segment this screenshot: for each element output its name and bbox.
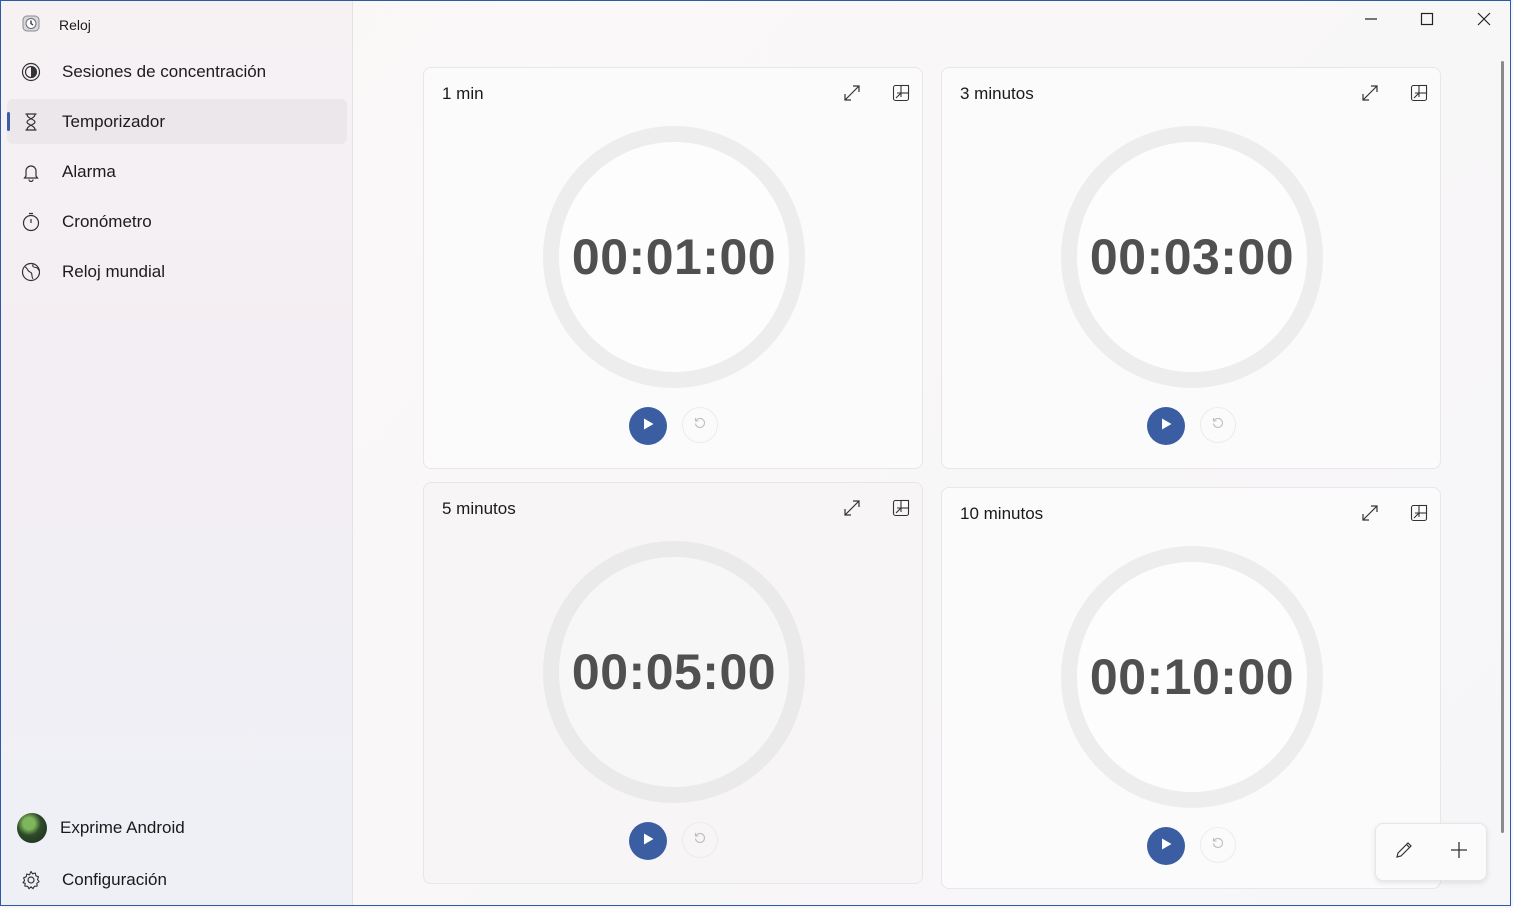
- keep-on-top-button[interactable]: [1404, 80, 1434, 110]
- sidebar-nav: Sesiones de concentración Temporizador A…: [7, 49, 347, 299]
- scrollbar[interactable]: [1501, 61, 1504, 833]
- play-icon: [641, 832, 655, 851]
- keep-on-top-button[interactable]: [886, 495, 916, 525]
- timer-display: 00:03:00: [1089, 229, 1295, 285]
- timer-title: 3 minutos: [960, 84, 1034, 103]
- maximize-icon: [1420, 12, 1434, 31]
- reset-icon: [1211, 416, 1225, 435]
- timer-card: 3 minutos 00:03:00: [941, 67, 1441, 469]
- edit-timers-button[interactable]: [1384, 832, 1424, 872]
- reset-button[interactable]: [682, 822, 718, 858]
- timer-progress-ring: 00:01:00: [543, 126, 805, 388]
- expand-icon: [1360, 503, 1380, 528]
- bell-icon: [20, 161, 42, 183]
- timer-title: 10 minutos: [960, 504, 1044, 523]
- play-icon: [641, 417, 655, 436]
- sidebar-item-label: Alarma: [62, 161, 116, 181]
- timer-title: 5 minutos: [442, 499, 516, 518]
- stopwatch-icon: [20, 211, 42, 233]
- settings-button[interactable]: Configuración: [7, 857, 347, 903]
- sidebar: Reloj Sesiones de concentración Temporiz…: [1, 1, 353, 905]
- timer-card: 1 min 00:01:00: [423, 67, 923, 469]
- sidebar-item-stopwatch[interactable]: Cronómetro: [7, 199, 347, 244]
- reset-button[interactable]: [1200, 407, 1236, 443]
- globe-icon: [20, 261, 42, 283]
- timer-display: 00:05:00: [571, 644, 777, 700]
- sidebar-item-label: Temporizador: [62, 111, 165, 131]
- settings-label: Configuración: [62, 870, 167, 889]
- keep-on-top-icon: [1409, 83, 1429, 108]
- account-button[interactable]: Exprime Android: [7, 805, 347, 851]
- reset-icon: [693, 416, 707, 435]
- sidebar-item-label: Cronómetro: [62, 211, 152, 231]
- reset-button[interactable]: [682, 407, 718, 443]
- timer-display: 00:01:00: [571, 229, 777, 285]
- play-button[interactable]: [629, 407, 667, 445]
- sidebar-item-alarm[interactable]: Alarma: [7, 149, 347, 194]
- keep-on-top-button[interactable]: [1404, 500, 1434, 530]
- play-icon: [1159, 837, 1173, 856]
- expand-icon: [842, 498, 862, 523]
- avatar: [17, 813, 47, 843]
- timer-title: 1 min: [442, 84, 484, 103]
- sidebar-item-label: Sesiones de concentración: [62, 61, 267, 81]
- plus-icon: [1449, 840, 1469, 865]
- add-timer-button[interactable]: [1439, 832, 1479, 872]
- expand-icon: [1360, 83, 1380, 108]
- expand-button[interactable]: [1355, 80, 1385, 110]
- timer-card: 5 minutos 00:05:00: [423, 482, 923, 884]
- keep-on-top-icon: [1409, 503, 1429, 528]
- close-button[interactable]: [1461, 7, 1507, 35]
- timer-progress-ring: 00:03:00: [1061, 126, 1323, 388]
- sidebar-item-timer[interactable]: Temporizador: [7, 99, 347, 144]
- keep-on-top-button[interactable]: [886, 80, 916, 110]
- reset-button[interactable]: [1200, 827, 1236, 863]
- expand-button[interactable]: [837, 495, 867, 525]
- maximize-button[interactable]: [1404, 7, 1450, 35]
- play-icon: [1159, 417, 1173, 436]
- timer-card: 10 minutos 00:10:00: [941, 487, 1441, 889]
- reset-icon: [1211, 836, 1225, 855]
- pencil-icon: [1394, 840, 1414, 865]
- gear-icon: [20, 869, 42, 891]
- expand-button[interactable]: [1355, 500, 1385, 530]
- keep-on-top-icon: [891, 83, 911, 108]
- minimize-icon: [1364, 12, 1378, 31]
- timer-actions-bar: [1375, 823, 1487, 881]
- focus-icon: [20, 61, 42, 83]
- play-button[interactable]: [1147, 827, 1185, 865]
- minimize-button[interactable]: [1348, 7, 1394, 35]
- sidebar-item-world-clock[interactable]: Reloj mundial: [7, 249, 347, 294]
- play-button[interactable]: [1147, 407, 1185, 445]
- timer-progress-ring: 00:05:00: [543, 541, 805, 803]
- clock-window: Reloj Sesiones de concentración Temporiz…: [0, 0, 1511, 906]
- expand-icon: [842, 83, 862, 108]
- reset-icon: [693, 831, 707, 850]
- timer-progress-ring: 00:10:00: [1061, 546, 1323, 808]
- app-titlebar: Reloj: [21, 13, 91, 36]
- hourglass-icon: [20, 111, 42, 133]
- timer-display: 00:10:00: [1089, 649, 1295, 705]
- sidebar-item-label: Reloj mundial: [62, 261, 165, 281]
- clock-app-icon: [21, 13, 41, 36]
- app-title: Reloj: [59, 16, 91, 33]
- keep-on-top-icon: [891, 498, 911, 523]
- play-button[interactable]: [629, 822, 667, 860]
- sidebar-item-focus-sessions[interactable]: Sesiones de concentración: [7, 49, 347, 94]
- expand-button[interactable]: [837, 80, 867, 110]
- account-name: Exprime Android: [60, 818, 185, 837]
- close-icon: [1477, 12, 1491, 31]
